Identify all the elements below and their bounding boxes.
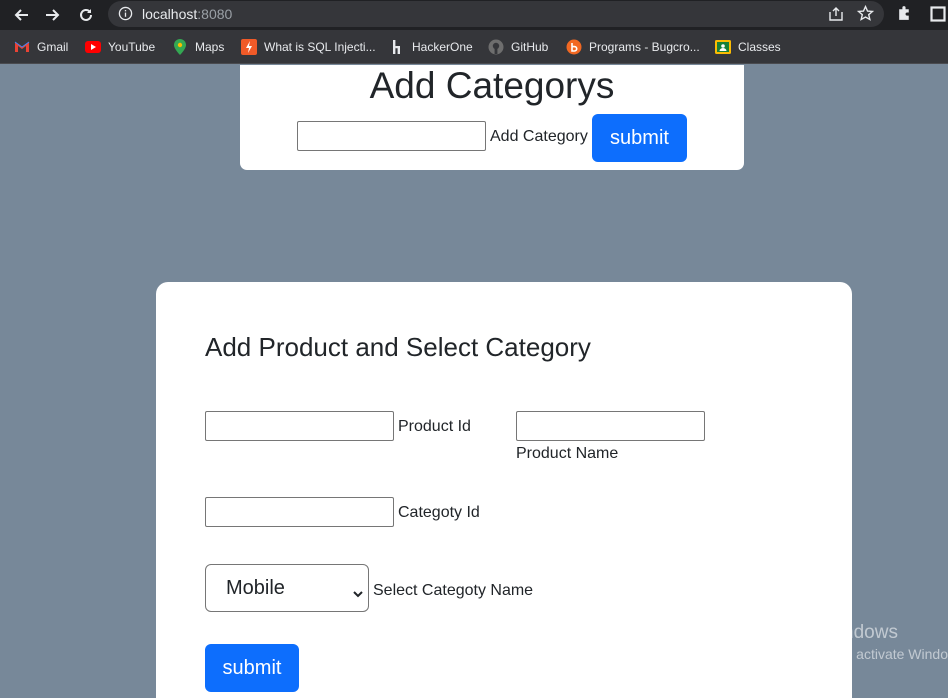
bookmark-bugcrowd[interactable]: Programs - Bugcro... xyxy=(566,37,700,57)
classes-icon xyxy=(715,39,731,55)
bugcrowd-icon xyxy=(566,39,582,55)
bookmark-youtube[interactable]: YouTube xyxy=(85,37,155,57)
forward-arrow-icon xyxy=(46,9,60,21)
windows-activation-watermark: Activate Windows Go to Settings to activ… xyxy=(748,622,948,664)
product-id-input[interactable] xyxy=(205,411,394,441)
watermark-line1: Activate Windows xyxy=(748,622,898,643)
extensions-icon[interactable] xyxy=(896,5,913,27)
back-arrow-icon xyxy=(14,9,28,21)
hackerone-icon xyxy=(389,39,405,55)
category-name-select[interactable]: Mobile xyxy=(205,564,369,612)
gmail-icon xyxy=(14,39,30,55)
bookmark-github[interactable]: GitHub xyxy=(488,37,548,57)
bookmark-classes[interactable]: Classes xyxy=(715,37,781,57)
watermark-line2: Go to Settings to activate Windows. xyxy=(748,646,948,662)
chevron-down-icon xyxy=(352,582,364,605)
address-bar[interactable]: localhost:8080 xyxy=(108,1,884,27)
category-submit-button[interactable]: submit xyxy=(592,114,687,162)
github-icon xyxy=(488,39,504,55)
forward-button[interactable] xyxy=(42,4,64,26)
bookmark-maps[interactable]: Maps xyxy=(172,37,224,57)
category-id-label: Categoty Id xyxy=(398,504,480,521)
category-id-input[interactable] xyxy=(205,497,394,527)
product-id-label: Product Id xyxy=(398,418,471,435)
bookmark-hackerone[interactable]: HackerOne xyxy=(389,37,473,57)
product-name-label: Product Name xyxy=(516,445,619,462)
bookmarks-bar: Gmail YouTube Maps What is SQL Injecti..… xyxy=(0,30,948,64)
site-info-icon[interactable] xyxy=(118,6,133,26)
category-name-label: Select Categoty Name xyxy=(373,582,534,599)
back-button[interactable] xyxy=(10,4,32,26)
bookmark-sql-injection[interactable]: What is SQL Injecti... xyxy=(241,37,376,57)
add-category-title: Add Categorys xyxy=(369,65,615,106)
sql-icon xyxy=(241,39,257,55)
bookmark-star-icon[interactable] xyxy=(856,4,875,27)
add-product-title: Add Product and Select Category xyxy=(205,332,591,362)
add-category-card: Add Categorys Add Category submit xyxy=(240,65,744,170)
product-name-input[interactable] xyxy=(516,411,705,441)
category-input-label: Add Category xyxy=(490,128,588,145)
maps-icon xyxy=(172,39,188,55)
category-input[interactable] xyxy=(297,121,486,151)
bookmark-gmail[interactable]: Gmail xyxy=(14,37,68,57)
window-icon[interactable] xyxy=(930,6,946,27)
reload-icon xyxy=(80,8,92,21)
share-icon[interactable] xyxy=(828,6,844,27)
reload-button[interactable] xyxy=(75,4,97,26)
url-text: localhost:8080 xyxy=(142,6,233,22)
youtube-icon xyxy=(85,39,101,55)
browser-toolbar: localhost:8080 xyxy=(0,0,948,30)
category-select-value: Mobile xyxy=(226,576,285,599)
product-submit-button[interactable]: submit xyxy=(205,644,299,692)
